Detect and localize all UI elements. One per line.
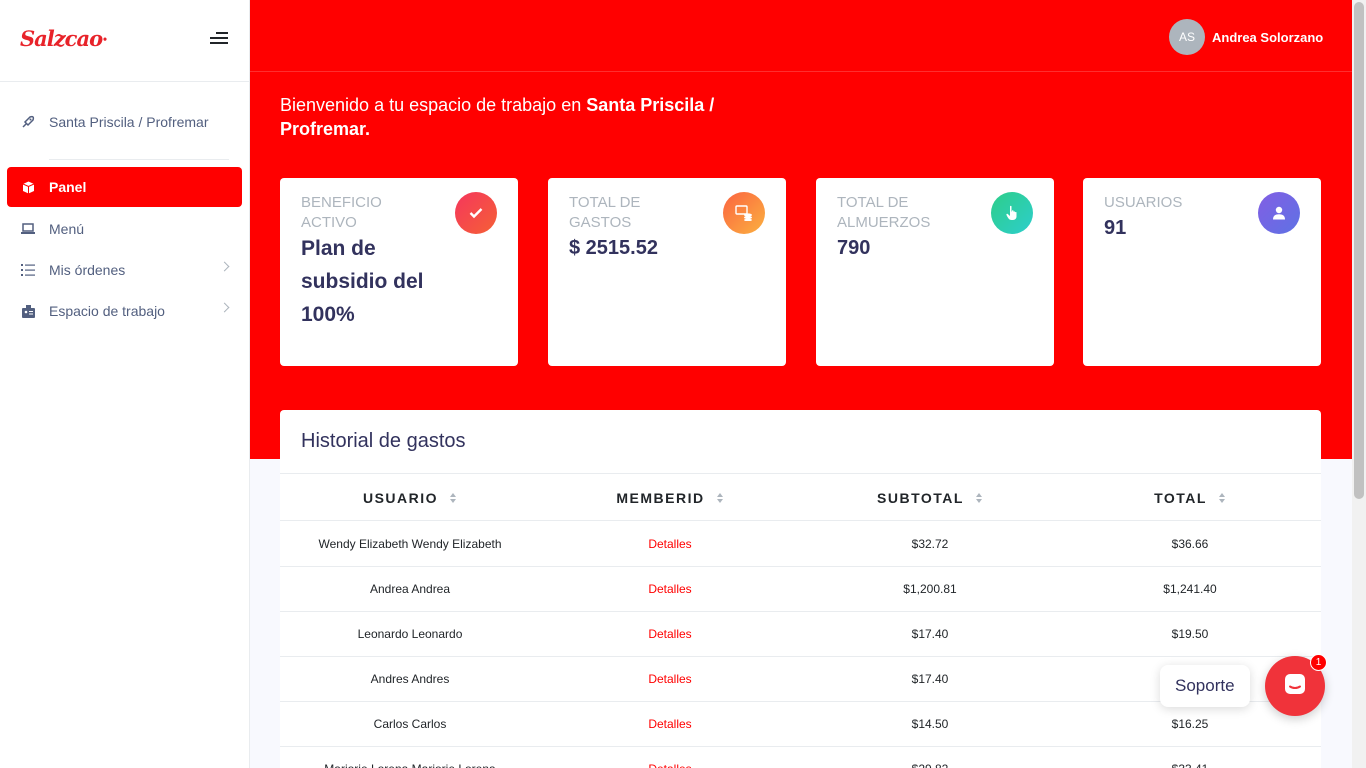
chevron-right-icon (219, 302, 230, 313)
table-row: Wendy Elizabeth Wendy Elizabeth Detalles… (280, 522, 1321, 567)
cell-total: $1,241.40 (1163, 582, 1217, 596)
column-header-usuario[interactable]: USUARIO (280, 474, 540, 521)
topbar-divider (250, 71, 1352, 72)
column-header-label: TOTAL (1154, 489, 1207, 506)
card-title: TOTAL DE ALMUERZOS (837, 194, 931, 231)
sidebar-item-label: Mis órdenes (49, 262, 126, 278)
page-scrollbar[interactable] (1352, 0, 1366, 768)
scrollbar-thumb[interactable] (1354, 2, 1364, 499)
support-label[interactable]: Soporte (1160, 665, 1250, 707)
card-value: $ 2515.52 (569, 237, 658, 259)
table-title: Historial de gastos (301, 430, 466, 452)
cell-subtotal: $32.72 (911, 537, 949, 551)
sidebar: Salzcao• Santa Priscila / Profremar Pane… (0, 0, 250, 768)
sidebar-item-label: Panel (49, 179, 87, 195)
details-link[interactable]: Detalles (540, 747, 800, 768)
expense-history-card: Historial de gastos USUARIO MEMBERID SUB… (280, 410, 1321, 768)
sidebar-item-workspace-settings[interactable]: Espacio de trabajo (7, 291, 242, 331)
table-row: Andrea Andrea Detalles $1,200.81 $1,241.… (280, 567, 1321, 612)
details-link[interactable]: Detalles (540, 567, 800, 611)
sidebar-brand: Salzcao• (0, 0, 249, 82)
stat-card-benefit: BENEFICIO ACTIVO Plan de subsidio del 10… (280, 178, 518, 366)
cell-subtotal: $17.40 (911, 672, 949, 686)
cell-total: $36.66 (1171, 537, 1209, 551)
details-link[interactable]: Detalles (540, 657, 800, 701)
chevron-right-icon (219, 261, 230, 272)
cell-user: Leonardo Leonardo (357, 627, 463, 641)
column-header-memberid[interactable]: MEMBERID (540, 474, 800, 521)
cell-subtotal: $1,200.81 (903, 582, 957, 596)
cell-subtotal: $17.40 (911, 627, 949, 641)
sidebar-item-label: Menú (49, 221, 85, 237)
sidebar-item-panel[interactable]: Panel (7, 167, 242, 207)
badge-icon (21, 304, 35, 318)
details-link[interactable]: Detalles (540, 612, 800, 656)
sort-icon[interactable] (450, 492, 457, 503)
avatar: AS (1169, 19, 1205, 55)
stat-card-expenses: TOTAL DE GASTOS $ 2515.52 (548, 178, 786, 366)
cell-subtotal: $14.50 (911, 717, 949, 731)
sidebar-item-label: Santa Priscila / Profremar (49, 114, 209, 130)
box-icon (21, 180, 35, 194)
money-icon (723, 192, 765, 234)
cell-user: Wendy Elizabeth Wendy Elizabeth (318, 537, 502, 551)
check-icon (455, 192, 497, 234)
chat-icon (1283, 672, 1307, 701)
cell-total: $33.41 (1060, 747, 1320, 768)
list-icon (21, 263, 35, 277)
sort-icon[interactable] (716, 492, 724, 503)
table-row: Marjorie Lorena Marjorie Lorena Detalles… (280, 747, 1321, 768)
cell-user: Carlos Carlos (373, 717, 447, 731)
card-value: Plan de subsidio del 100% (301, 237, 424, 326)
column-header-label: USUARIO (362, 489, 439, 506)
sidebar-item-orders[interactable]: Mis órdenes (7, 250, 242, 290)
cell-user: Andrea Andrea (369, 582, 451, 596)
card-title: BENEFICIO ACTIVO (301, 194, 382, 231)
notification-badge: 1 (1310, 654, 1327, 671)
column-header-total[interactable]: TOTAL (1060, 474, 1320, 521)
card-title: USUARIOS (1104, 194, 1183, 211)
details-link[interactable]: Detalles (540, 702, 800, 746)
brand-logo-mark: • (102, 35, 108, 46)
sidebar-item-label: Espacio de trabajo (49, 303, 165, 319)
brand-logo[interactable]: Salzcao• (20, 26, 108, 51)
sidebar-item-workspace[interactable]: Santa Priscila / Profremar (7, 102, 242, 142)
card-value: 790 (837, 237, 871, 259)
column-header-subtotal[interactable]: SUBTOTAL (800, 474, 1060, 521)
hamburger-menu-icon[interactable] (210, 32, 228, 46)
card-title: TOTAL DE GASTOS (569, 194, 641, 231)
welcome-suffix: . (365, 119, 371, 139)
cell-total: $19.50 (1171, 627, 1209, 641)
sort-icon[interactable] (1218, 492, 1226, 503)
laptop-icon (21, 222, 35, 236)
cell-subtotal: $29.82 (800, 747, 1060, 768)
column-header-label: MEMBERID (616, 489, 705, 506)
welcome-prefix: Bienvenido a tu espacio de trabajo en (280, 95, 587, 115)
stat-card-users: USUARIOS 91 (1083, 178, 1321, 366)
table-row: Leonardo Leonardo Detalles $17.40 $19.50 (280, 612, 1321, 657)
rocket-icon (21, 115, 35, 129)
pointer-hand-icon (991, 192, 1033, 234)
table-row: Carlos Carlos Detalles $14.50 $16.25 (280, 702, 1321, 747)
cell-user: Andres Andres (370, 672, 450, 686)
sort-icon[interactable] (975, 492, 983, 503)
column-header-label: SUBTOTAL (877, 489, 964, 506)
details-link[interactable]: Detalles (540, 522, 800, 566)
user-icon (1258, 192, 1300, 234)
brand-logo-text: Salzcao (20, 26, 103, 51)
welcome-message: Bienvenido a tu espacio de trabajo en Sa… (280, 93, 750, 141)
stat-card-lunches: TOTAL DE ALMUERZOS 790 (816, 178, 1054, 366)
table-header: USUARIO MEMBERID SUBTOTAL TOTAL (280, 473, 1321, 521)
user-name: Andrea Solorzano (1212, 29, 1324, 45)
sidebar-item-menu[interactable]: Menú (7, 209, 242, 249)
user-menu[interactable]: AS Andrea Solorzano (1169, 19, 1323, 55)
sidebar-divider (49, 159, 229, 160)
cell-user: Marjorie Lorena Marjorie Lorena (280, 747, 540, 768)
card-value: 91 (1104, 217, 1127, 239)
